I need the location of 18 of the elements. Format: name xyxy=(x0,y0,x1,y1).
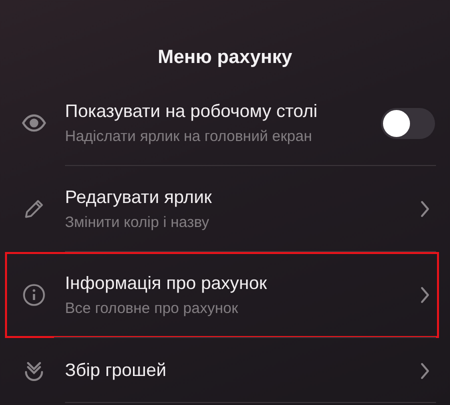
menu-item[interactable]: Збір грошей xyxy=(0,338,450,403)
item-label: Інформація про рахунок xyxy=(65,273,268,294)
item-label: Збір грошей xyxy=(65,360,168,381)
chevron-right-icon xyxy=(420,200,430,218)
chevron-right-icon xyxy=(420,362,430,380)
menu-item[interactable]: Інформація про рахунок Все головне про рахунок xyxy=(5,252,439,338)
toggle-switch[interactable] xyxy=(381,108,435,138)
item-label: Редагувати ярлик xyxy=(65,187,213,208)
item-subtitle: Надіслати ярлик на головний екран xyxy=(65,128,314,145)
info-icon xyxy=(22,283,46,307)
item-subtitle: Змінити колір і назву xyxy=(65,214,210,231)
menu-item[interactable]: Показувати на робочому столі Надіслати ярлик на головний екран xyxy=(0,80,450,166)
item-label: Показувати на робочому столі xyxy=(65,101,318,122)
pencil-icon xyxy=(22,197,46,221)
item-subtitle: Все головне про рахунок xyxy=(65,300,240,317)
menu-item[interactable]: Редагувати ярлик Змінити колір і назву xyxy=(0,166,450,252)
chevron-right-icon xyxy=(420,286,430,304)
menu-title: Меню рахунку xyxy=(156,46,294,70)
